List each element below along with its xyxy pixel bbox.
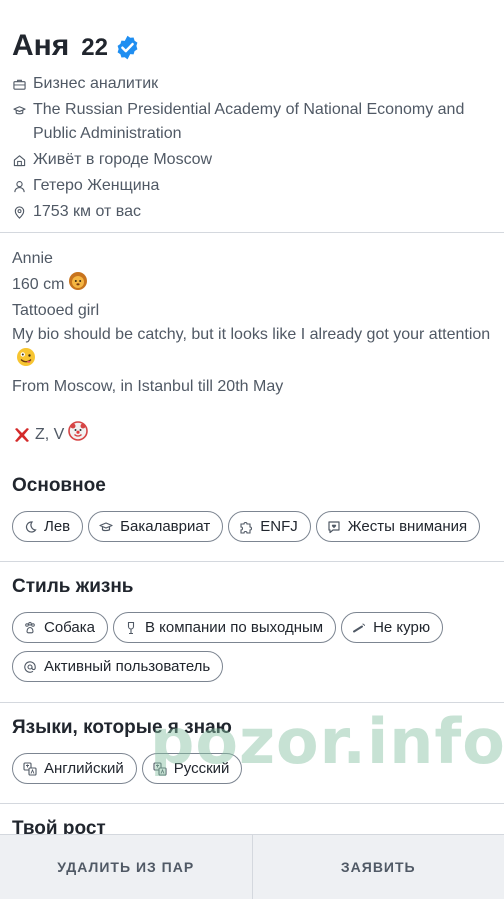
section-languages: Языки, которые я знаю Английский Русский (0, 715, 504, 784)
divider (0, 561, 504, 562)
info-city: Живёт в городе Moscow (12, 148, 492, 172)
bio-line: Annie (12, 250, 53, 267)
section-basics: Основное Лев Бакалавриат ENFJ Жесты вним… (0, 473, 504, 542)
info-orientation: Гетеро Женщина (12, 174, 492, 198)
info-orientation-text: Гетеро Женщина (33, 177, 160, 194)
chip-language-russian[interactable]: Русский (141, 753, 243, 784)
chip-social-media[interactable]: Активный пользователь (12, 651, 224, 682)
lion-emoji-icon (68, 271, 88, 299)
verified-badge-icon (117, 35, 138, 59)
section-height-title: Твой рост (12, 818, 106, 834)
cigarette-icon (352, 621, 366, 635)
languages-chips: Английский Русский (12, 753, 492, 784)
lifestyle-chips: Собака В компании по выходным Не курю Ак… (12, 612, 492, 682)
report-button[interactable]: ЗАЯВИТЬ (253, 835, 504, 899)
profile-header: Аня 22 Бизнес аналитик The Russian Presi… (0, 0, 504, 224)
chip-drinking[interactable]: В компании по выходным (113, 612, 337, 643)
bio-line: Tattooed girl (12, 302, 100, 319)
chip-label: ENFJ (260, 518, 298, 535)
person-icon (12, 174, 27, 198)
home-icon (12, 148, 27, 172)
bio-line: 160 cm (12, 276, 65, 294)
divider (0, 803, 504, 804)
chip-label: В компании по выходным (145, 619, 324, 636)
translate-icon (23, 761, 37, 776)
chip-label: Английский (44, 760, 124, 777)
chip-love-language[interactable]: Жесты внимания (315, 511, 481, 542)
chip-personality[interactable]: ENFJ (228, 511, 311, 542)
section-basics-title: Основное (12, 475, 106, 496)
bio-last-line: Z, V (12, 421, 492, 449)
chip-label: Активный пользователь (44, 658, 211, 675)
location-pin-icon (12, 200, 27, 224)
graduation-cap-icon (99, 520, 113, 534)
chip-smoking[interactable]: Не курю (341, 612, 444, 643)
profile-scroll-area[interactable]: Аня 22 Бизнес аналитик The Russian Presi… (0, 0, 504, 834)
chip-label: Не курю (373, 619, 431, 636)
cross-mark-emoji-icon (12, 425, 32, 445)
section-lifestyle-title: Стиль жизнь (12, 576, 134, 597)
bio-line: From Moscow, in Istanbul till 20th May (12, 378, 284, 395)
chip-label: Лев (44, 518, 71, 535)
chip-pets[interactable]: Собака (12, 612, 108, 643)
section-languages-title: Языки, которые я знаю (12, 717, 232, 738)
info-distance-text: 1753 км от вас (33, 203, 142, 220)
chip-label: Русский (173, 760, 230, 777)
bio-line: My bio should be catchy, but it looks li… (12, 326, 491, 343)
bio-line-attention: My bio should be catchy, but it looks li… (12, 323, 492, 375)
zany-face-emoji-icon (16, 347, 36, 375)
puzzle-icon (239, 520, 253, 534)
divider (0, 702, 504, 703)
graduation-cap-icon (12, 98, 27, 122)
unmatch-button[interactable]: УДАЛИТЬ ИЗ ПАР (0, 835, 252, 899)
bottom-action-bar: УДАЛИТЬ ИЗ ПАР ЗАЯВИТЬ (0, 834, 504, 899)
chip-language-english[interactable]: Английский (12, 753, 137, 784)
at-icon (23, 660, 37, 674)
profile-name: Аня (12, 29, 70, 62)
info-education-text: The Russian Presidential Academy of Nati… (33, 101, 465, 142)
briefcase-icon (12, 72, 27, 96)
name-row: Аня 22 (12, 28, 492, 64)
section-height: Твой рост (0, 816, 504, 834)
moon-icon (23, 520, 37, 534)
chip-education-level[interactable]: Бакалавриат (88, 511, 224, 542)
translate-icon (153, 761, 167, 776)
info-job-text: Бизнес аналитик (33, 75, 159, 92)
chip-label: Собака (44, 619, 95, 636)
bio-section: Annie 160 cm Tattooed girl My bio should… (0, 233, 504, 447)
wine-glass-icon (124, 621, 138, 635)
info-distance: 1753 км от вас (12, 200, 492, 224)
chip-label: Жесты внимания (347, 518, 468, 535)
section-lifestyle: Стиль жизнь Собака В компании по выходны… (0, 574, 504, 682)
info-city-text: Живёт в городе Moscow (33, 151, 213, 168)
info-education: The Russian Presidential Academy of Nati… (12, 98, 492, 146)
message-heart-icon (327, 520, 341, 534)
bio-last-line-text: Z, V (35, 426, 65, 443)
chip-zodiac[interactable]: Лев (12, 511, 84, 542)
paw-icon (23, 621, 37, 635)
chip-label: Бакалавриат (120, 518, 211, 535)
bio-line-height: 160 cm (12, 271, 492, 299)
clown-face-emoji-icon (68, 421, 89, 449)
info-list: Бизнес аналитик The Russian Presidential… (12, 72, 492, 224)
profile-age: 22 (81, 34, 108, 61)
info-job: Бизнес аналитик (12, 72, 492, 96)
basics-chips: Лев Бакалавриат ENFJ Жесты внимания (12, 511, 492, 542)
